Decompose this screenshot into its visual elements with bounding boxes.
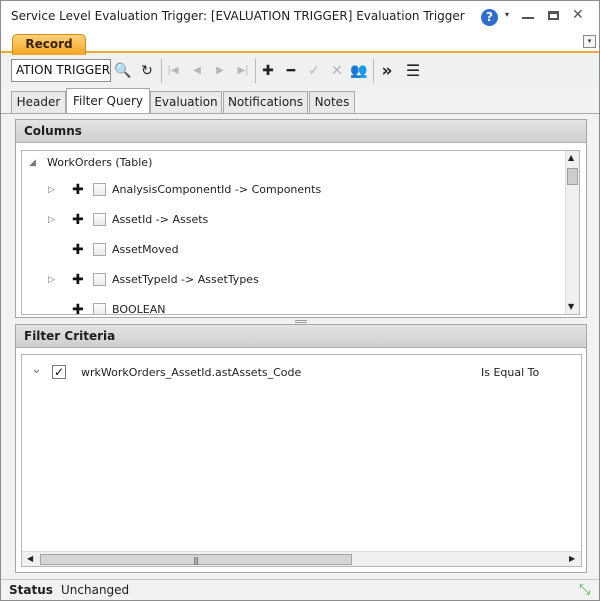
- scroll-thumb[interactable]: [567, 168, 578, 185]
- previous-record-icon[interactable]: ◀: [187, 60, 207, 82]
- evaluation-trigger-window: Service Level Evaluation Trigger: [EVALU…: [0, 0, 600, 601]
- title-bar: Service Level Evaluation Trigger: [EVALU…: [1, 1, 599, 31]
- help-icon[interactable]: ?: [481, 9, 498, 26]
- filter-criteria-panel-title: Filter Criteria: [16, 325, 586, 348]
- tab-record[interactable]: Record: [12, 34, 86, 55]
- tree-item[interactable]: ▷ ✚ AnalysisComponentId -> Components: [22, 179, 567, 201]
- tab-notifications[interactable]: Notifications: [223, 91, 308, 113]
- add-icon[interactable]: ✚: [258, 60, 278, 82]
- code-input[interactable]: ATION TRIGGER: [11, 59, 111, 82]
- maximize-icon[interactable]: [548, 11, 559, 20]
- tab-evaluation[interactable]: Evaluation: [150, 91, 222, 113]
- tab-header[interactable]: Header: [11, 91, 66, 113]
- tree-item[interactable]: ✚ BOOLEAN: [22, 299, 567, 315]
- minimize-icon[interactable]: [522, 17, 534, 19]
- confirm-icon[interactable]: ✓: [304, 60, 324, 82]
- tree-item[interactable]: ✚ AssetMoved: [22, 239, 567, 261]
- column-label: AnalysisComponentId -> Components: [112, 183, 322, 196]
- scroll-down-icon[interactable]: ▼: [568, 302, 574, 311]
- next-record-icon[interactable]: ▶: [210, 60, 230, 82]
- status-bar: Status Unchanged ⤡: [1, 579, 599, 600]
- column-label: AssetId -> Assets: [112, 213, 209, 226]
- expand-icon[interactable]: ▷: [48, 269, 55, 291]
- chevron-down-icon[interactable]: ▾: [583, 35, 596, 48]
- scroll-left-icon[interactable]: ◀: [27, 554, 33, 563]
- criteria-row[interactable]: ⌄ ✓ wrkWorkOrders_AssetId.astAssets_Code…: [22, 360, 581, 383]
- toolbar-divider: [255, 59, 256, 83]
- toolbar-divider: [373, 59, 374, 83]
- tree-item[interactable]: ▷ ✚ AssetId -> Assets: [22, 209, 567, 231]
- column-checkbox[interactable]: [93, 243, 106, 256]
- record-tab-strip: Record ▾: [1, 31, 599, 55]
- column-checkbox[interactable]: [93, 183, 106, 196]
- tree-root-label: WorkOrders (Table): [47, 156, 153, 169]
- criteria-field: wrkWorkOrders_AssetId.astAssets_Code: [81, 366, 302, 379]
- refresh-icon[interactable]: ↻: [137, 60, 157, 82]
- chevron-down-icon[interactable]: ⌄: [31, 360, 42, 380]
- filter-criteria-panel: Filter Criteria ⌄ ✓ wrkWorkOrders_AssetI…: [15, 324, 587, 573]
- thumb-grip: |||: [193, 556, 199, 565]
- add-column-icon[interactable]: ✚: [72, 179, 84, 201]
- column-label: AssetTypeId -> AssetTypes: [112, 273, 259, 286]
- scroll-right-icon[interactable]: ▶: [569, 554, 575, 563]
- tab-baseline: [1, 113, 599, 114]
- columns-vertical-scrollbar[interactable]: ▲ ▼: [565, 151, 579, 314]
- column-label: BOOLEAN: [112, 303, 166, 315]
- scroll-thumb[interactable]: |||: [40, 554, 352, 565]
- add-column-icon[interactable]: ✚: [72, 299, 84, 314]
- users-icon[interactable]: 👥: [349, 60, 369, 82]
- close-icon[interactable]: ✕: [572, 7, 584, 23]
- columns-panel-title: Columns: [16, 120, 586, 143]
- tree-item[interactable]: ▷ ✚ AssetTypeId -> AssetTypes: [22, 269, 567, 291]
- more-icon[interactable]: »: [377, 60, 397, 82]
- remove-icon[interactable]: ━: [281, 60, 301, 82]
- column-checkbox[interactable]: [93, 303, 106, 314]
- add-column-icon[interactable]: ✚: [72, 239, 84, 261]
- toolbar-divider: [161, 59, 162, 83]
- section-tabs: Header Filter Query Evaluation Notificat…: [1, 87, 599, 114]
- collapse-icon[interactable]: ◢: [29, 152, 36, 174]
- window-title: Service Level Evaluation Trigger: [EVALU…: [11, 9, 465, 23]
- first-record-icon[interactable]: |◀: [163, 60, 183, 82]
- column-checkbox[interactable]: [93, 213, 106, 226]
- criteria-operator[interactable]: Is Equal To: [481, 363, 539, 383]
- last-record-icon[interactable]: ▶|: [233, 60, 253, 82]
- expand-icon[interactable]: ▷: [48, 179, 55, 201]
- criteria-horizontal-scrollbar[interactable]: ◀ ||| ▶: [22, 551, 581, 566]
- tree-root-row[interactable]: ◢ WorkOrders (Table): [22, 152, 567, 174]
- status-label: Status: [9, 583, 53, 597]
- resize-icon[interactable]: ⤡: [579, 582, 590, 598]
- column-label: AssetMoved: [112, 243, 179, 256]
- help-dropdown-icon[interactable]: ▾: [505, 10, 509, 19]
- columns-tree: ◢ WorkOrders (Table) ▷ ✚ AnalysisCompone…: [21, 150, 580, 315]
- add-column-icon[interactable]: ✚: [72, 209, 84, 231]
- column-checkbox[interactable]: [93, 273, 106, 286]
- toolbar: ATION TRIGGER 🔍 ↻ |◀ ◀ ▶ ▶| ✚ ━ ✓ ✕ 👥 » …: [1, 55, 599, 87]
- status-value: Unchanged: [61, 583, 130, 597]
- panel-splitter-handle[interactable]: [295, 320, 307, 323]
- filter-criteria-list: ⌄ ✓ wrkWorkOrders_AssetId.astAssets_Code…: [21, 354, 582, 567]
- search-icon[interactable]: 🔍: [113, 60, 133, 82]
- scroll-up-icon[interactable]: ▲: [568, 153, 574, 162]
- columns-panel: Columns ◢ WorkOrders (Table) ▷ ✚ Analysi…: [15, 119, 587, 318]
- criteria-checkbox[interactable]: ✓: [52, 365, 66, 379]
- list-icon[interactable]: ☰: [403, 60, 423, 82]
- add-column-icon[interactable]: ✚: [72, 269, 84, 291]
- cancel-icon[interactable]: ✕: [327, 60, 347, 82]
- expand-icon[interactable]: ▷: [48, 209, 55, 231]
- tab-filter-query[interactable]: Filter Query: [66, 88, 150, 114]
- tab-notes[interactable]: Notes: [309, 91, 355, 113]
